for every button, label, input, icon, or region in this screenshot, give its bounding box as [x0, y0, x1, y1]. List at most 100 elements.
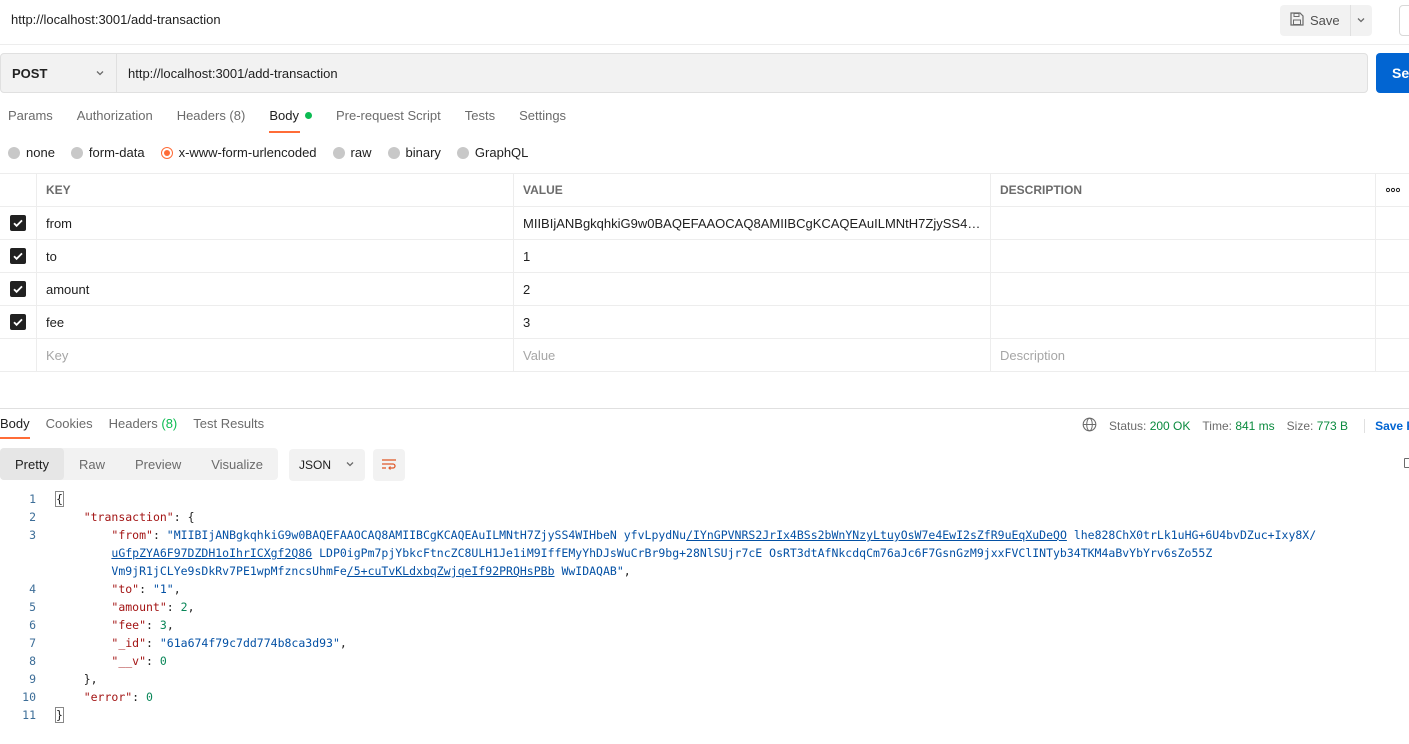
json-key: "_id" [111, 636, 147, 650]
radio-label: x-www-form-urlencoded [178, 145, 317, 160]
res-tab-cookies[interactable]: Cookies [46, 416, 93, 438]
res-tab-body[interactable]: Body [0, 416, 30, 439]
copy-icon[interactable] [1404, 458, 1409, 468]
res-tab-headers[interactable]: Headers (8) [109, 416, 178, 438]
tab-headers[interactable]: Headers (8) [177, 108, 246, 131]
send-button[interactable]: Se [1376, 53, 1409, 93]
wrap-lines-button[interactable] [373, 449, 405, 481]
radio-label: form-data [88, 145, 145, 160]
line-number: 9 [29, 672, 36, 686]
response-time[interactable]: Time: 841 ms [1202, 419, 1274, 433]
chevron-down-icon [345, 458, 355, 472]
json-string: LDP0igPm7pjYbkcFtncZC8ULH1Je1iM9IffEMyYh… [312, 546, 1213, 560]
radio-none[interactable]: none [8, 145, 55, 160]
view-pretty[interactable]: Pretty [0, 448, 64, 480]
view-raw[interactable]: Raw [64, 448, 120, 480]
row-description[interactable] [991, 306, 1376, 338]
size-value: 773 B [1316, 419, 1349, 433]
share-button[interactable] [1399, 5, 1409, 36]
row-value[interactable]: 3 [514, 306, 991, 338]
response-size[interactable]: Size: 773 B [1287, 419, 1348, 433]
row-value[interactable]: MIIBIjANBgkqhkiG9w0BAQEFAAOCAQ8AMIIBCgKC… [514, 207, 991, 239]
row-key[interactable]: from [37, 207, 514, 239]
json-string-link[interactable]: /IYnGPVNRS2JrIx4BSs2bWnYNzyLtuyOsW7e4EwI… [686, 528, 1067, 542]
radio-raw[interactable]: raw [332, 145, 372, 160]
tab-authorization[interactable]: Authorization [77, 108, 153, 131]
row-description[interactable] [991, 240, 1376, 272]
radio-x-www-form-urlencoded[interactable]: x-www-form-urlencoded [160, 145, 317, 160]
tab-body[interactable]: Body [269, 108, 312, 133]
res-tab-test-results[interactable]: Test Results [193, 416, 264, 438]
save-options-button[interactable] [1351, 5, 1372, 36]
row-spacer [1376, 306, 1409, 338]
tab-params[interactable]: Params [8, 108, 53, 131]
format-select[interactable]: JSON [289, 449, 365, 481]
status-code[interactable]: Status: 200 OK [1109, 419, 1190, 433]
view-visualize[interactable]: Visualize [196, 448, 278, 480]
tab-tests[interactable]: Tests [465, 108, 495, 131]
json-number: 2 [180, 600, 188, 614]
time-value: 841 ms [1235, 419, 1275, 433]
more-options-icon[interactable] [1376, 174, 1409, 206]
status-value: 200 OK [1149, 419, 1191, 433]
line-number: 6 [29, 618, 36, 632]
save-button[interactable]: Save [1280, 5, 1351, 36]
response-body-viewer[interactable]: 1 { 2 "transaction": { 3 "from": "MIIBIj… [0, 490, 1409, 724]
row-value[interactable]: 2 [514, 273, 991, 305]
save-label: Save [1310, 13, 1340, 28]
radio-dot [8, 146, 20, 159]
view-preview[interactable]: Preview [120, 448, 196, 480]
header-value: VALUE [514, 174, 991, 206]
row-description[interactable] [991, 207, 1376, 239]
line-number: 2 [29, 510, 36, 524]
json-key: "fee" [111, 618, 147, 632]
row-value-text: 1 [523, 248, 531, 264]
request-title[interactable]: http://localhost:3001/add-transaction [11, 12, 221, 27]
radio-form-data[interactable]: form-data [70, 145, 145, 160]
url-input[interactable] [117, 54, 1367, 92]
json-key: "__v" [111, 654, 147, 668]
tab-pre-request-script[interactable]: Pre-request Script [336, 108, 441, 131]
row-key[interactable]: amount [37, 273, 514, 305]
json-string-link[interactable]: /5+cuTvKLdxbqZwjqeIf92PRQHsPBb [347, 564, 555, 578]
radio-label: binary [405, 145, 441, 160]
method-select[interactable]: POST [1, 54, 117, 92]
wrap-lines-icon [381, 457, 397, 474]
line-number-blank [0, 562, 36, 580]
new-key-input[interactable]: Key [37, 339, 514, 371]
json-key: "error" [83, 690, 133, 704]
row-description[interactable] [991, 273, 1376, 305]
row-checkbox[interactable] [10, 248, 26, 264]
line-number: 4 [29, 582, 36, 596]
globe-icon[interactable] [1082, 417, 1097, 435]
radio-label: raw [350, 145, 372, 160]
row-key[interactable]: to [37, 240, 514, 272]
chevron-down-icon [95, 66, 105, 81]
request-tabs: Params Authorization Headers (8) Body Pr… [8, 108, 590, 133]
headers-count: (8) [161, 416, 178, 431]
row-checkbox[interactable] [10, 215, 26, 231]
line-number: 5 [29, 600, 36, 614]
method-label: POST [12, 65, 48, 81]
view-mode-toggle: Pretty Raw Preview Visualize [0, 448, 279, 480]
row-checkbox[interactable] [10, 314, 26, 330]
radio-binary[interactable]: binary [387, 145, 441, 160]
save-response-button[interactable]: Save Re [1364, 419, 1409, 433]
code-line: uGfpZYA6F97DZDH1oIhrICXgf2Q86 LDP0igPm7p… [0, 544, 1409, 562]
row-value[interactable]: 1 [514, 240, 991, 272]
row-checkbox[interactable] [10, 281, 26, 297]
row-check-cell [0, 306, 37, 338]
pane-divider[interactable] [0, 408, 1409, 409]
radio-graphql[interactable]: GraphQL [456, 145, 528, 160]
json-string: WwIDAQAB" [554, 564, 624, 578]
new-value-input[interactable]: Value [514, 339, 991, 371]
json-string: "61a674f79c7dd774b8ca3d93" [159, 636, 340, 650]
code-line: Vm9jR1jCLYe9sDkRv7PE1wpMfzncsUhmFe/5+cuT… [0, 562, 1409, 580]
json-string-link[interactable]: uGfpZYA6F97DZDH1oIhrICXgf2Q86 [111, 546, 312, 560]
table-row: to 1 [0, 240, 1409, 273]
new-description-input[interactable]: Description [991, 339, 1376, 371]
code-line: 10 "error": 0 [0, 688, 1409, 706]
tab-settings[interactable]: Settings [519, 108, 566, 131]
row-key[interactable]: fee [37, 306, 514, 338]
code-line: 8 "__v": 0 [0, 652, 1409, 670]
